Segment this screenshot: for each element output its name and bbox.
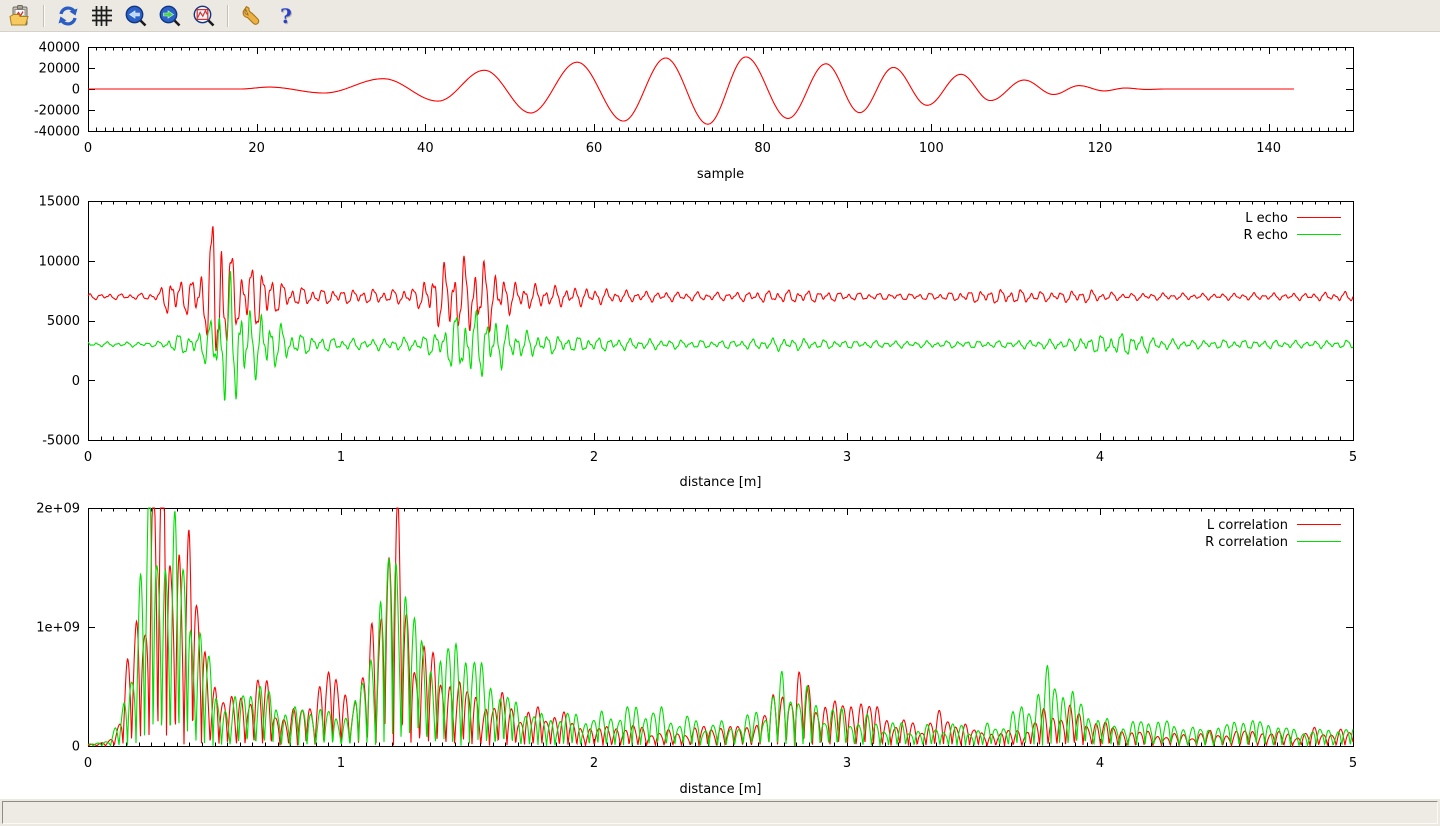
legend-label: R correlation (1205, 535, 1288, 550)
x-tick-label: 3 (843, 756, 851, 771)
series-l-correlation (88, 508, 1353, 746)
series-l-echo (88, 226, 1353, 351)
refresh-icon (56, 4, 80, 28)
y-tick-label: 40000 (39, 41, 80, 56)
status-field (2, 801, 1438, 824)
wrench-icon (240, 4, 264, 28)
plot-border (89, 202, 1354, 441)
clipboard-icon (8, 4, 32, 28)
y-tick-label: 2e+09 (36, 502, 80, 517)
x-tick-label: 2 (590, 756, 598, 771)
help-button[interactable]: ? (272, 2, 300, 29)
y-tick-label: 0 (72, 740, 80, 755)
y-tick-label: -40000 (34, 125, 80, 140)
x-tick-label: 20 (248, 141, 265, 156)
axes (88, 201, 1354, 441)
y-tick-label: 0 (72, 83, 80, 98)
zoom-previous-button[interactable] (122, 2, 150, 29)
x-tick-label: 120 (1088, 141, 1113, 156)
grid-icon (90, 4, 114, 28)
x-tick-label: 140 (1256, 141, 1281, 156)
series-pulse (88, 57, 1294, 124)
x-tick-label: 5 (1349, 450, 1357, 465)
autoscale-icon (192, 4, 216, 28)
x-tick-label: 80 (754, 141, 771, 156)
x-tick-label: 5 (1349, 756, 1357, 771)
x-tick-label: 2 (590, 450, 598, 465)
x-axis-label: distance [m] (679, 782, 761, 797)
legend-label: R echo (1243, 228, 1288, 243)
help-icon: ? (280, 6, 292, 26)
x-tick-label: 1 (337, 756, 345, 771)
x-tick-label: 0 (84, 450, 92, 465)
x-tick-label: 0 (84, 756, 92, 771)
y-tick-label: 10000 (39, 254, 80, 269)
y-tick-label: 0 (72, 374, 80, 389)
legend-label: L echo (1245, 211, 1288, 226)
x-tick-label: 4 (1096, 756, 1104, 771)
x-axis-label: distance [m] (679, 475, 761, 490)
plot-canvas[interactable]: 020406080100120140-40000-200000200004000… (0, 32, 1440, 799)
x-tick-label: 1 (337, 450, 345, 465)
chart-0: 0 20 40 60 80 100 120 140 -40000 -20000 0 20000 4000… (34, 41, 1354, 183)
y-tick-label: -5000 (42, 434, 80, 449)
y-tick-label: 1e+09 (36, 621, 80, 636)
x-tick-label: 40 (417, 141, 434, 156)
autoscale-button[interactable] (190, 2, 218, 29)
plots-svg: 020406080100120140-40000-200000200004000… (0, 32, 1440, 799)
plot-border (89, 509, 1354, 747)
copy-to-clipboard-button[interactable] (6, 2, 34, 29)
grid-button[interactable] (88, 2, 116, 29)
x-tick-label: 60 (586, 141, 603, 156)
x-tick-label: 0 (84, 141, 92, 156)
configure-button[interactable] (238, 2, 266, 29)
series-r-correlation (88, 508, 1353, 746)
y-tick-label: 15000 (39, 195, 80, 210)
y-tick-label: 5000 (47, 314, 80, 329)
x-tick-label: 100 (919, 141, 944, 156)
series-r-echo (88, 271, 1353, 400)
y-tick-label: 20000 (39, 62, 80, 77)
status-bar (0, 799, 1440, 826)
gnuplot-window: ? 020406080100120140-40000-2000002000040… (0, 0, 1440, 825)
legend-label: L correlation (1207, 518, 1288, 533)
zoom-next-button[interactable] (156, 2, 184, 29)
x-tick-label: 3 (843, 450, 851, 465)
chart-1: 0 1 2 3 4 5 -5000 0 5000 10000 15000 distance [m] L … (39, 195, 1358, 491)
x-axis-label: sample (697, 167, 744, 182)
chart-2: 0 1 2 3 4 5 0 1e+09 2e+09 distance [m] L correlati… (36, 502, 1357, 798)
y-tick-label: -20000 (34, 104, 80, 119)
axes (88, 508, 1354, 747)
replot-button[interactable] (54, 2, 82, 29)
zoom-next-icon (158, 4, 182, 28)
toolbar-separator (227, 5, 229, 27)
zoom-previous-icon (124, 4, 148, 28)
x-tick-label: 4 (1096, 450, 1104, 465)
toolbar-separator (43, 5, 45, 27)
toolbar: ? (0, 0, 1440, 32)
